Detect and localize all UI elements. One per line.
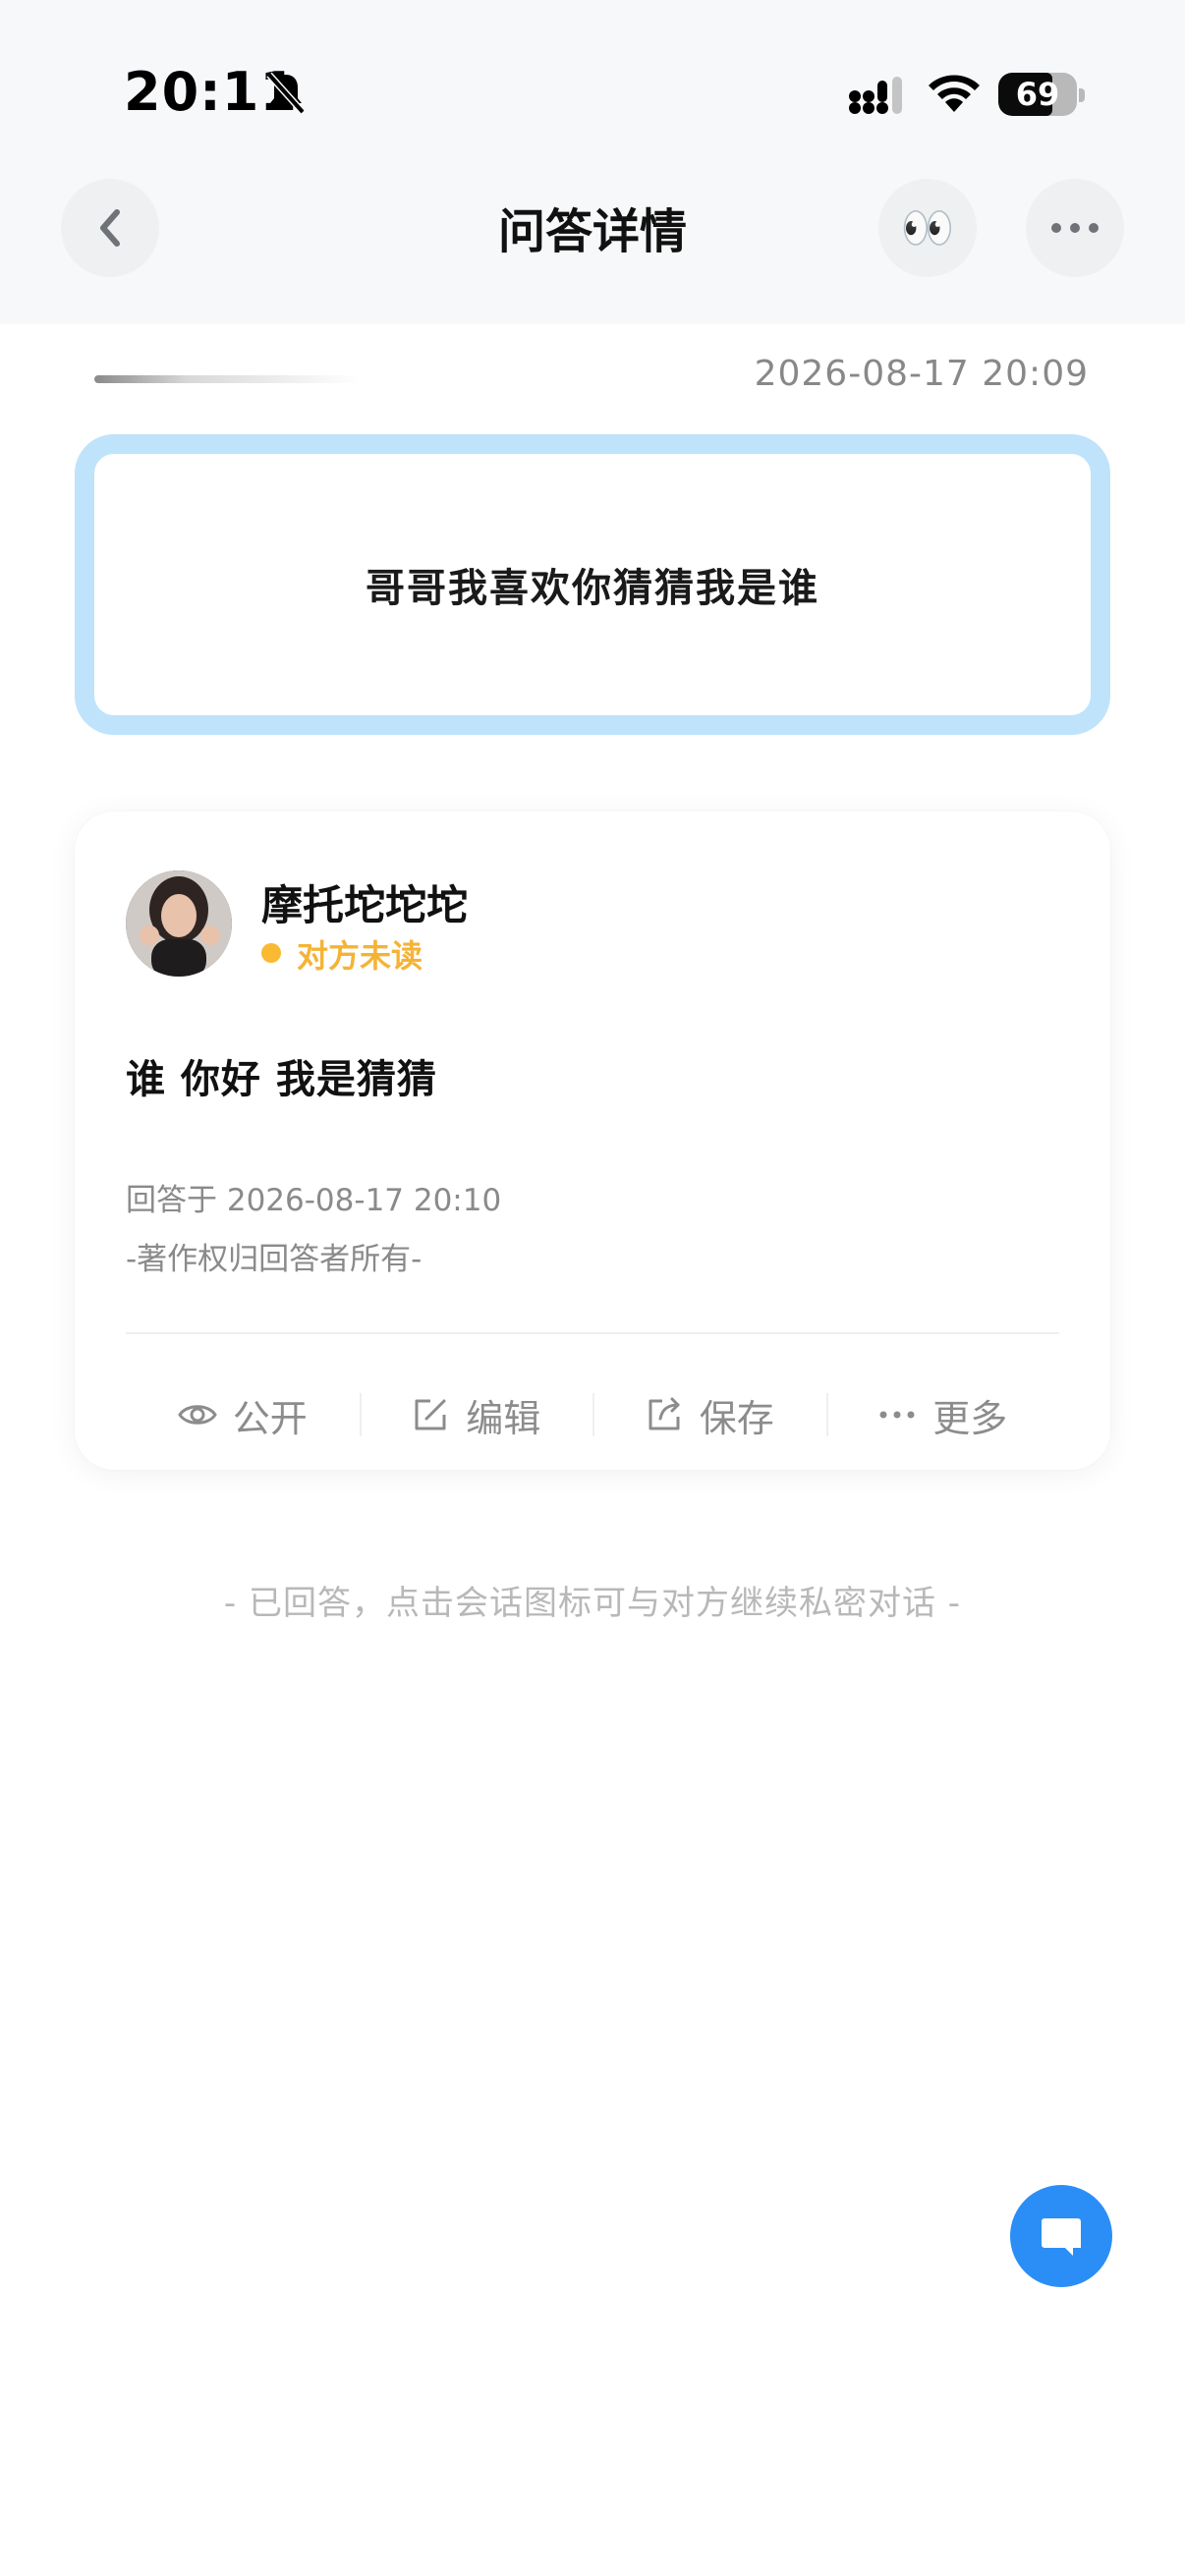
question-text: 哥哥我喜欢你猜猜我是谁 [366,566,819,611]
footer-hint: - 已回答，点击会话图标可与对方继续私密对话 - [223,1584,962,1623]
avatar-image [126,870,232,977]
eyes-icon: 👀 [900,203,955,253]
question-time: 2026-08-17 20:09 [754,354,1089,394]
eyes-button[interactable]: 👀 [878,179,977,277]
battery-level: 69 [1015,76,1060,113]
public-button[interactable]: 公开 [126,1372,360,1458]
edit-icon [415,1399,446,1430]
header-area: 20:11 69 问答详情 👀 [0,0,1185,324]
save-label: 保存 [699,1396,774,1440]
more-icon [879,1411,915,1419]
signal-icon [849,77,902,114]
save-button[interactable]: 保存 [592,1372,826,1458]
unread-dot [261,943,281,963]
answer-card: 摩托坨坨坨 对方未读 谁 你好 我是猜猜 回答于 2026-08-17 20:1… [75,812,1110,1470]
copyright-note: -著作权归回答者所有- [126,1242,423,1277]
public-label: 公开 [232,1396,308,1440]
divider [126,1332,1059,1334]
edit-button[interactable]: 编辑 [359,1372,593,1458]
answer-actions: 公开 编辑 保存 更多 [126,1372,1059,1458]
battery-cap [1079,88,1085,102]
author-name[interactable]: 摩托坨坨坨 [261,872,468,932]
battery-icon: 69 [998,73,1077,116]
edit-label: 编辑 [466,1396,541,1440]
avatar[interactable] [126,870,232,977]
read-status: 对方未读 [297,937,423,975]
chat-fab-button[interactable] [1010,2185,1112,2287]
answer-text: 谁 你好 我是猜猜 [126,1057,437,1102]
eye-icon [177,1405,217,1425]
more-horizontal-icon [1051,223,1099,233]
chat-bubble-icon [1042,2218,1081,2256]
bell-muted-icon [266,72,306,115]
share-icon [649,1397,680,1430]
more-actions-button[interactable]: 更多 [825,1372,1060,1458]
more-label: 更多 [932,1396,1008,1440]
answer-time: 回答于 2026-08-17 20:10 [126,1183,502,1218]
more-button[interactable] [1026,179,1124,277]
page-title: 问答详情 [497,204,687,259]
question-card: 哥哥我喜欢你猜猜我是谁 [75,434,1110,735]
blurred-user-line [94,375,360,383]
wifi-icon [929,75,980,112]
